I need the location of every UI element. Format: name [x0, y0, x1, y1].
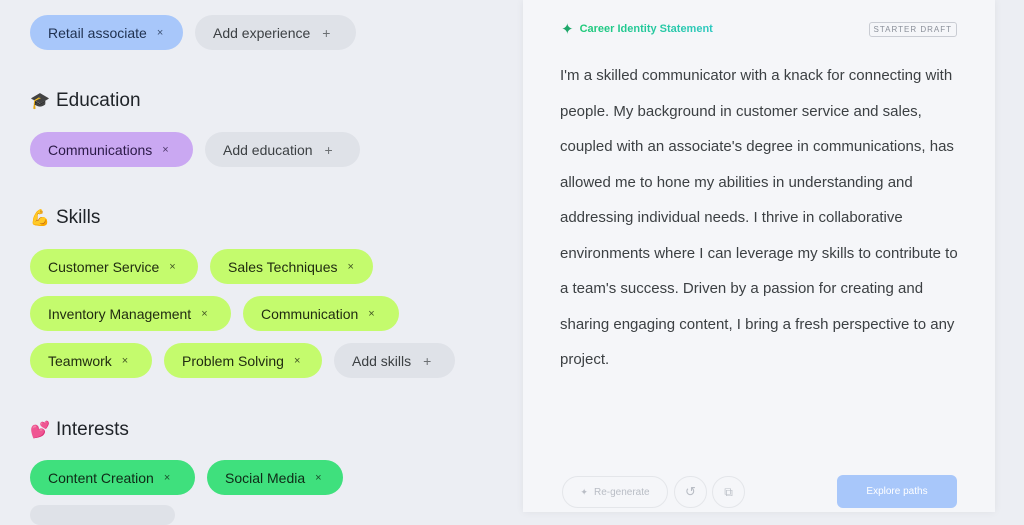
history-icon: ↺: [685, 484, 696, 499]
plus-icon: +: [324, 141, 333, 158]
starter-draft-badge: STARTER DRAFT: [868, 21, 957, 37]
two-hearts-icon: 💕: [30, 422, 50, 439]
chip-label: Add skills: [352, 352, 412, 369]
copy-icon: ⧉: [724, 484, 733, 499]
chip-label: Teamwork: [48, 352, 112, 369]
sparkle-icon: ✦: [580, 486, 588, 497]
skill-chip[interactable]: Problem Solving ×: [164, 343, 322, 378]
remove-icon[interactable]: ×: [368, 308, 374, 320]
remove-icon[interactable]: ×: [294, 355, 300, 367]
remove-icon[interactable]: ×: [169, 261, 175, 273]
chip-label: Social Media: [225, 469, 306, 486]
remove-icon[interactable]: ×: [162, 144, 168, 156]
history-button[interactable]: ↺: [674, 476, 707, 508]
remove-icon[interactable]: ×: [201, 308, 207, 320]
chip-label: Customer Service: [48, 258, 160, 275]
plus-icon: +: [322, 24, 331, 41]
regenerate-button[interactable]: ✦ Re-generate: [562, 476, 668, 508]
chip-label: Content Creation: [48, 469, 154, 486]
chip-label: Retail associate: [48, 24, 147, 41]
career-statement-panel: ✦ Career Identity Statement STARTER DRAF…: [523, 0, 995, 512]
education-chip[interactable]: Communications ×: [30, 132, 193, 167]
interest-chip[interactable]: Content Creation ×: [30, 460, 195, 495]
career-identity-statement: I'm a skilled communicator with a knack …: [560, 67, 958, 368]
explore-paths-button[interactable]: Explore paths: [837, 475, 957, 508]
add-education-button[interactable]: Add education +: [205, 132, 360, 167]
section-title: Interests: [56, 419, 129, 440]
copy-button[interactable]: ⧉: [712, 476, 745, 508]
panel-title: Career Identity Statement: [579, 23, 713, 35]
section-heading-skills: 💪 Skills: [30, 207, 100, 229]
sparkle-icon: ✦: [561, 21, 574, 38]
add-experience-button[interactable]: Add experience +: [195, 15, 356, 50]
graduation-cap-icon: 🎓: [30, 93, 50, 110]
skill-chip[interactable]: Sales Techniques ×: [210, 249, 373, 284]
chip-label: Add education: [223, 141, 313, 158]
profile-builder: Retail associate × Add experience + 🎓 Ed…: [0, 0, 520, 525]
section-heading-education: 🎓 Education: [30, 90, 141, 112]
skill-chip[interactable]: Inventory Management ×: [30, 296, 231, 331]
skill-chip[interactable]: Teamwork ×: [30, 343, 152, 378]
panel-header: ✦ Career Identity Statement STARTER DRAF…: [561, 20, 957, 38]
chip-label: Problem Solving: [182, 352, 284, 369]
add-interest-button[interactable]: [30, 505, 175, 525]
skill-chip[interactable]: Customer Service ×: [30, 249, 198, 284]
chip-label: Communication: [261, 305, 359, 322]
skill-chip[interactable]: Communication ×: [243, 296, 399, 331]
remove-icon[interactable]: ×: [157, 27, 163, 39]
section-title: Education: [56, 90, 141, 111]
section-title: Skills: [56, 207, 101, 228]
section-heading-interests: 💕 Interests: [30, 419, 129, 441]
chip-label: Communications: [48, 141, 153, 158]
chip-label: Inventory Management: [48, 305, 192, 322]
interest-chip[interactable]: Social Media ×: [207, 460, 343, 495]
explore-paths-label: Explore paths: [866, 486, 928, 497]
chip-label: Add experience: [213, 24, 311, 41]
experience-chip[interactable]: Retail associate ×: [30, 15, 183, 50]
regenerate-label: Re-generate: [593, 486, 650, 498]
panel-title-group: ✦ Career Identity Statement: [561, 20, 713, 38]
flexed-biceps-icon: 💪: [30, 210, 50, 227]
remove-icon[interactable]: ×: [347, 261, 353, 273]
remove-icon[interactable]: ×: [315, 472, 321, 484]
remove-icon[interactable]: ×: [122, 355, 128, 367]
add-skills-button[interactable]: Add skills +: [334, 343, 455, 378]
remove-icon[interactable]: ×: [164, 472, 170, 484]
plus-icon: +: [423, 352, 432, 369]
chip-label: Sales Techniques: [228, 258, 338, 275]
